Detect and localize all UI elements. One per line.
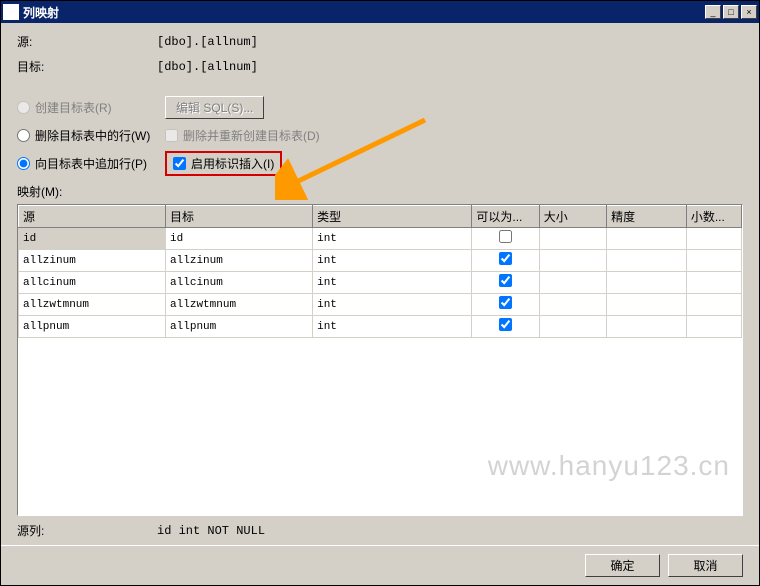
- identity-insert-highlight: 启用标识插入(I): [165, 151, 282, 176]
- minimize-button[interactable]: _: [705, 5, 721, 19]
- mapping-table[interactable]: 源 目标 类型 可以为... 大小 精度 小数... ididintallzin…: [18, 205, 742, 338]
- cell-type[interactable]: int: [313, 228, 472, 250]
- append-rows-radio[interactable]: [17, 157, 30, 170]
- cell-precision[interactable]: [607, 228, 687, 250]
- col-header-type[interactable]: 类型: [313, 206, 472, 228]
- cell-source[interactable]: id: [19, 228, 166, 250]
- cell-size[interactable]: [539, 294, 606, 316]
- cell-scale[interactable]: [686, 294, 741, 316]
- table-row[interactable]: allzinumallzinumint: [19, 250, 742, 272]
- cell-target[interactable]: allzinum: [166, 250, 313, 272]
- identity-insert-checkbox[interactable]: [173, 157, 186, 170]
- window-title: 列映射: [23, 4, 705, 21]
- cancel-button[interactable]: 取消: [668, 554, 743, 577]
- mapping-label: 映射(M):: [17, 183, 743, 200]
- col-header-precision[interactable]: 精度: [607, 206, 687, 228]
- table-row[interactable]: allcinumallcinumint: [19, 272, 742, 294]
- titlebar: 列映射 _ □ ×: [1, 1, 759, 23]
- table-row[interactable]: allzwtmnumallzwtmnumint: [19, 294, 742, 316]
- drop-recreate-checkbox: [165, 129, 178, 142]
- cell-size[interactable]: [539, 272, 606, 294]
- cell-source[interactable]: allpnum: [19, 316, 166, 338]
- delete-rows-radio[interactable]: [17, 129, 30, 142]
- append-rows-option[interactable]: 向目标表中追加行(P): [17, 155, 165, 172]
- cell-scale[interactable]: [686, 228, 741, 250]
- col-header-size[interactable]: 大小: [539, 206, 606, 228]
- cell-precision[interactable]: [607, 250, 687, 272]
- cell-scale[interactable]: [686, 316, 741, 338]
- col-header-source[interactable]: 源: [19, 206, 166, 228]
- nullable-checkbox[interactable]: [499, 252, 512, 265]
- mapping-table-container: 源 目标 类型 可以为... 大小 精度 小数... ididintallzin…: [17, 204, 743, 516]
- source-label: 源:: [17, 33, 157, 50]
- target-value: [dbo].[allnum]: [157, 60, 258, 74]
- create-table-radio: [17, 101, 30, 114]
- cell-nullable[interactable]: [472, 272, 539, 294]
- target-label: 目标:: [17, 58, 157, 75]
- cell-target[interactable]: allcinum: [166, 272, 313, 294]
- cell-scale[interactable]: [686, 250, 741, 272]
- source-column-value: id int NOT NULL: [157, 524, 265, 538]
- cell-nullable[interactable]: [472, 316, 539, 338]
- nullable-checkbox[interactable]: [499, 274, 512, 287]
- source-value: [dbo].[allnum]: [157, 35, 258, 49]
- identity-insert-option[interactable]: 启用标识插入(I): [173, 155, 274, 172]
- cell-target[interactable]: allpnum: [166, 316, 313, 338]
- cell-source[interactable]: allcinum: [19, 272, 166, 294]
- table-row[interactable]: allpnumallpnumint: [19, 316, 742, 338]
- cell-target[interactable]: allzwtmnum: [166, 294, 313, 316]
- cell-nullable[interactable]: [472, 228, 539, 250]
- cell-precision[interactable]: [607, 272, 687, 294]
- cell-type[interactable]: int: [313, 294, 472, 316]
- cell-target[interactable]: id: [166, 228, 313, 250]
- close-button[interactable]: ×: [741, 5, 757, 19]
- cell-type[interactable]: int: [313, 316, 472, 338]
- maximize-button[interactable]: □: [723, 5, 739, 19]
- delete-rows-option[interactable]: 删除目标表中的行(W): [17, 127, 165, 144]
- cell-size[interactable]: [539, 250, 606, 272]
- col-header-nullable[interactable]: 可以为...: [472, 206, 539, 228]
- cell-type[interactable]: int: [313, 272, 472, 294]
- cell-source[interactable]: allzwtmnum: [19, 294, 166, 316]
- edit-sql-button: 编辑 SQL(S)...: [165, 96, 264, 119]
- table-row[interactable]: ididint: [19, 228, 742, 250]
- col-header-target[interactable]: 目标: [166, 206, 313, 228]
- cell-nullable[interactable]: [472, 294, 539, 316]
- cell-precision[interactable]: [607, 316, 687, 338]
- cell-scale[interactable]: [686, 272, 741, 294]
- cell-nullable[interactable]: [472, 250, 539, 272]
- nullable-checkbox[interactable]: [499, 318, 512, 331]
- cell-precision[interactable]: [607, 294, 687, 316]
- create-table-option: 创建目标表(R): [17, 99, 165, 116]
- source-column-label: 源列:: [17, 522, 157, 539]
- cell-size[interactable]: [539, 316, 606, 338]
- cell-type[interactable]: int: [313, 250, 472, 272]
- nullable-checkbox[interactable]: [499, 230, 512, 243]
- col-header-scale[interactable]: 小数...: [686, 206, 741, 228]
- cell-source[interactable]: allzinum: [19, 250, 166, 272]
- drop-recreate-option: 删除并重新创建目标表(D): [165, 127, 320, 144]
- nullable-checkbox[interactable]: [499, 296, 512, 309]
- cell-size[interactable]: [539, 228, 606, 250]
- ok-button[interactable]: 确定: [585, 554, 660, 577]
- window-icon: [3, 4, 19, 20]
